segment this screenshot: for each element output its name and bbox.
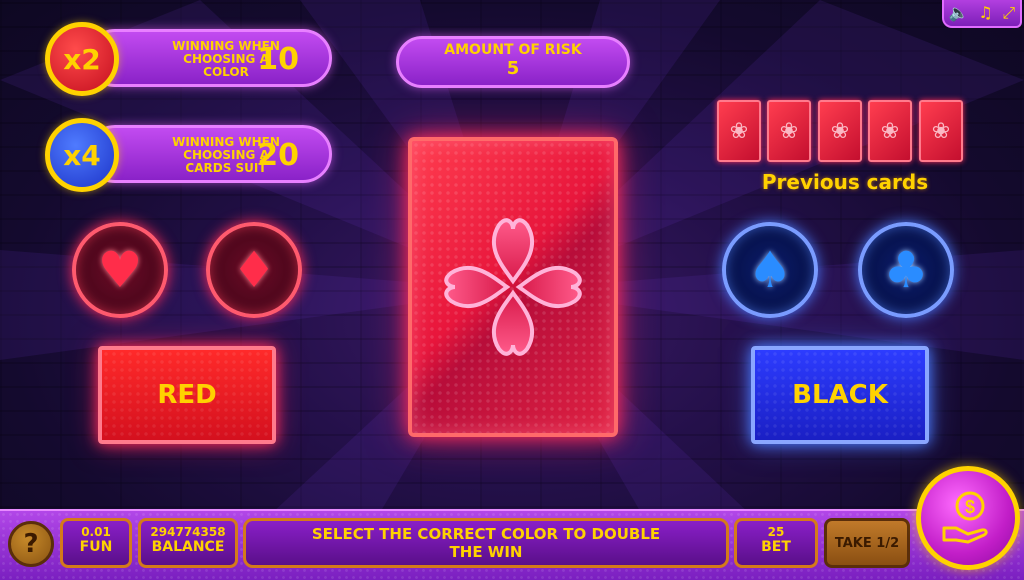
previous-card: ❀ (919, 100, 963, 162)
suit-win-value: 20 (257, 138, 299, 173)
bet-label: BET (761, 539, 791, 555)
clover-icon: ❀ (830, 118, 850, 144)
balance-label: BALANCE (151, 539, 225, 555)
x2-multiplier-badge: x2 (45, 22, 119, 96)
color-win-value: 10 (257, 42, 299, 77)
help-button[interactable]: ? (8, 521, 54, 567)
fun-label: FUN (79, 539, 113, 555)
take-half-button[interactable]: TAKE 1/2 (824, 518, 910, 568)
card-back (408, 137, 618, 437)
bet-box: 25 BET (734, 518, 818, 568)
risk-title: AMOUNT OF RISK (444, 42, 582, 58)
risk-value: 5 (506, 58, 520, 79)
clover-icon: ❀ (729, 118, 749, 144)
status-message: SELECT THE CORRECT COLOR TO DOUBLE THE W… (243, 518, 729, 568)
previous-card: ❀ (717, 100, 761, 162)
top-toolbar: 🔈 ♫ ⤢ (942, 0, 1022, 28)
balance-box: 294774358 BALANCE (138, 518, 238, 568)
amount-of-risk-panel: AMOUNT OF RISK 5 (396, 36, 630, 88)
club-icon: ♣ (883, 241, 929, 299)
music-note-icon[interactable]: ♫ (978, 5, 992, 21)
previous-card: ❀ (818, 100, 862, 162)
previous-card: ❀ (767, 100, 811, 162)
diamonds-suit-button[interactable]: ♦ (206, 222, 302, 318)
speaker-icon[interactable]: 🔈 (949, 5, 969, 21)
suit-win-panel: WINNING WHEN CHOOSING A CARDS SUIT 20 (86, 125, 332, 183)
previous-card: ❀ (868, 100, 912, 162)
x4-multiplier-badge: x4 (45, 118, 119, 192)
clover-icon: ❀ (931, 118, 951, 144)
spade-icon: ♠ (747, 241, 793, 299)
color-win-panel: WINNING WHEN CHOOSING A COLOR 10 (86, 29, 332, 87)
fun-box: 0.01 FUN (60, 518, 132, 568)
bet-value: 25 (767, 525, 785, 539)
clover-icon: ❀ (880, 118, 900, 144)
clover-emblem-icon (444, 218, 582, 356)
fun-value: 0.01 (81, 525, 111, 539)
diamond-icon: ♦ (231, 241, 277, 299)
clubs-suit-button[interactable]: ♣ (858, 222, 954, 318)
collect-button[interactable]: $ (916, 466, 1020, 570)
clover-icon: ❀ (779, 118, 799, 144)
spades-suit-button[interactable]: ♠ (722, 222, 818, 318)
hearts-suit-button[interactable]: ♥ (72, 222, 168, 318)
red-button[interactable]: RED (98, 346, 276, 444)
balance-value: 294774358 (150, 525, 226, 539)
heart-icon: ♥ (97, 241, 143, 299)
black-button[interactable]: BLACK (751, 346, 929, 444)
fullscreen-icon[interactable]: ⤢ (1002, 5, 1015, 21)
previous-cards-title: Previous cards (761, 170, 929, 194)
svg-text:$: $ (965, 497, 975, 517)
hand-coin-icon: $ (942, 491, 988, 544)
